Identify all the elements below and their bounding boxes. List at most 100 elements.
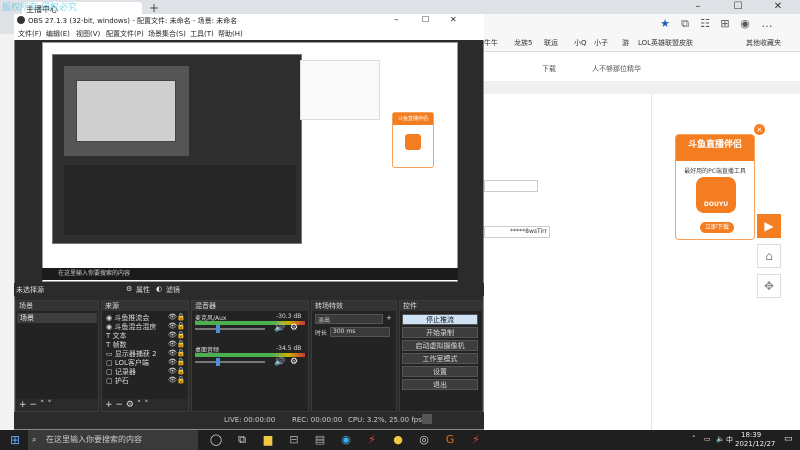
page-divider xyxy=(482,82,800,94)
app-icon[interactable]: G xyxy=(442,432,458,448)
download-link[interactable]: 下载 xyxy=(542,64,556,74)
duration-input[interactable]: 300 ms xyxy=(330,327,390,337)
extensions-icon[interactable]: ⊞ xyxy=(718,17,732,31)
maximize-icon[interactable]: ☐ xyxy=(422,15,429,24)
add-icon[interactable]: + xyxy=(105,400,115,410)
scene-item[interactable]: 场景 xyxy=(17,313,97,323)
speaker-icon[interactable]: 🔊 xyxy=(274,357,285,367)
bookmark[interactable]: 联运 xyxy=(544,38,558,48)
exit-button[interactable]: 退出 xyxy=(402,379,478,390)
menu-scene-collection[interactable]: 场景集合(S) xyxy=(148,29,186,39)
ad-subtitle: 最好用的PC端直播工具 xyxy=(684,168,746,175)
clock-date[interactable]: 2021/12/27 xyxy=(735,440,775,448)
bookmark[interactable]: 龙族5 xyxy=(514,38,532,48)
gear-icon[interactable]: ⚙ xyxy=(126,285,132,293)
app-icon[interactable]: ⊟ xyxy=(286,432,302,448)
close-icon[interactable]: ✕ xyxy=(450,15,457,24)
speaker-icon[interactable]: 🔊 xyxy=(274,323,285,333)
properties-button[interactable]: 属性 xyxy=(136,285,150,295)
app-icon[interactable]: ⚡ xyxy=(364,432,380,448)
app-icon[interactable]: ⚡ xyxy=(468,432,484,448)
obs-icon[interactable]: ◎ xyxy=(416,432,432,448)
task-view-icon[interactable]: ◯ xyxy=(208,432,224,448)
filter-icon[interactable]: ◐ xyxy=(156,285,162,293)
gear-icon[interactable]: ⚙ xyxy=(126,400,137,410)
new-tab-button[interactable]: + xyxy=(148,2,160,14)
source-item[interactable]: ▢ 护石 xyxy=(106,376,129,386)
task-switch-icon[interactable]: ⧉ xyxy=(234,432,250,448)
gear-icon[interactable]: ⚙ xyxy=(290,357,298,367)
bookmark[interactable]: 游 xyxy=(622,38,629,48)
virtual-camera-button[interactable]: 启动虚拟摄像机 xyxy=(402,340,478,351)
taskbar-search[interactable]: ⌕ 在这里输入你要搜索的内容 xyxy=(28,430,198,450)
live-time: LIVE: 00:00:00 xyxy=(224,416,276,424)
reading-list-icon[interactable]: ☷ xyxy=(698,17,712,31)
stream-key-field[interactable]: *****8wsTirr xyxy=(484,226,550,238)
network-icon[interactable]: ▭ xyxy=(704,435,711,443)
volume-slider[interactable] xyxy=(195,361,265,363)
remove-icon[interactable]: − xyxy=(115,400,125,410)
bookmark[interactable]: LOL英雄联盟皮肤 xyxy=(638,38,693,48)
favorite-star-icon[interactable]: ★ xyxy=(658,17,672,31)
down-icon[interactable]: ˅ xyxy=(144,400,149,410)
filters-button[interactable]: 滤镜 xyxy=(166,285,180,295)
app-icon[interactable]: ● xyxy=(390,432,406,448)
menu-tools[interactable]: 工具(T) xyxy=(190,29,214,39)
add-icon[interactable]: + xyxy=(386,314,392,322)
nested-preview-inner xyxy=(76,80,176,142)
maximize-icon[interactable]: ☐ xyxy=(720,0,756,14)
settings-button[interactable]: 设置 xyxy=(402,366,478,377)
controls-dock-title: 控件 xyxy=(400,301,482,311)
close-icon[interactable]: ✕ xyxy=(760,0,796,14)
studio-mode-button[interactable]: 工作室模式 xyxy=(402,353,478,364)
menu-help[interactable]: 帮助(H) xyxy=(218,29,243,39)
minimize-icon[interactable]: – xyxy=(680,0,716,14)
volume-slider-handle[interactable] xyxy=(216,358,220,366)
menu-profile[interactable]: 配置文件(P) xyxy=(106,29,144,39)
ad-download-button[interactable]: 立即下载 xyxy=(700,222,734,233)
add-icon[interactable]: + xyxy=(19,400,29,410)
obs-status-bar: LIVE: 00:00:00 REC: 00:00:00 CPU: 3.2%, … xyxy=(14,412,484,429)
remove-icon[interactable]: − xyxy=(29,400,39,410)
bookmark[interactable]: 小子 xyxy=(594,38,608,48)
menu-view[interactable]: 视图(V) xyxy=(76,29,100,39)
minimize-icon[interactable]: – xyxy=(394,15,399,25)
nested-docks xyxy=(64,165,296,235)
start-recording-button[interactable]: 开始录制 xyxy=(402,327,478,338)
volume-slider[interactable] xyxy=(195,328,265,330)
bookmark[interactable]: 牛牛 xyxy=(484,38,498,48)
tray-expand-icon[interactable]: ˄ xyxy=(692,435,696,443)
text-field[interactable] xyxy=(484,180,538,192)
volume-slider-handle[interactable] xyxy=(216,325,220,333)
ad-close-icon[interactable]: × xyxy=(754,124,765,135)
volume-icon[interactable]: 🔈 xyxy=(716,435,725,443)
stop-streaming-button[interactable]: 停止推流 xyxy=(402,314,478,325)
input-language[interactable]: 中 xyxy=(726,435,733,445)
bookmark[interactable]: 小Q xyxy=(574,38,587,48)
transitions-dock: 转场特效 淡出 + 时长 300 ms xyxy=(311,300,397,412)
gear-icon[interactable]: ⚙ xyxy=(290,323,298,333)
profile-icon[interactable]: ◉ xyxy=(738,17,752,31)
control-icon[interactable]: ✥ xyxy=(757,274,781,298)
file-explorer-icon[interactable]: ▆ xyxy=(260,432,276,448)
user-name[interactable]: 人不够那位精华 xyxy=(592,64,641,74)
browser-toolbar: ★ ⧉ ☷ ⊞ ◉ … xyxy=(482,14,800,36)
sources-dock-title: 来源 xyxy=(102,301,188,311)
edge-icon[interactable]: ◉ xyxy=(338,432,354,448)
window-controls: – ☐ ✕ xyxy=(680,0,800,14)
visibility-lock-icons[interactable]: 👁🔒 👁🔒 👁🔒 👁🔒 👁🔒 👁🔒 👁🔒 👁🔒 xyxy=(168,313,188,385)
video-icon[interactable]: ▶ xyxy=(757,214,781,238)
menu-edit[interactable]: 编辑(E) xyxy=(46,29,70,39)
app-icon[interactable]: ▤ xyxy=(312,432,328,448)
windows-start-icon[interactable]: ⊞ xyxy=(8,433,22,447)
menu-file[interactable]: 文件(F) xyxy=(18,29,42,39)
more-icon[interactable]: … xyxy=(760,17,774,31)
bookmark-folder[interactable]: 其他收藏夹 xyxy=(746,38,781,48)
home-icon[interactable]: ⌂ xyxy=(757,244,781,268)
clock-time[interactable]: 18:39 xyxy=(741,431,761,439)
collections-icon[interactable]: ⧉ xyxy=(678,17,692,31)
transition-select[interactable]: 淡出 xyxy=(315,314,383,324)
status-indicator-icon xyxy=(422,414,432,424)
down-icon[interactable]: ˅ xyxy=(47,400,52,410)
notification-icon[interactable]: ▭ xyxy=(784,434,793,444)
